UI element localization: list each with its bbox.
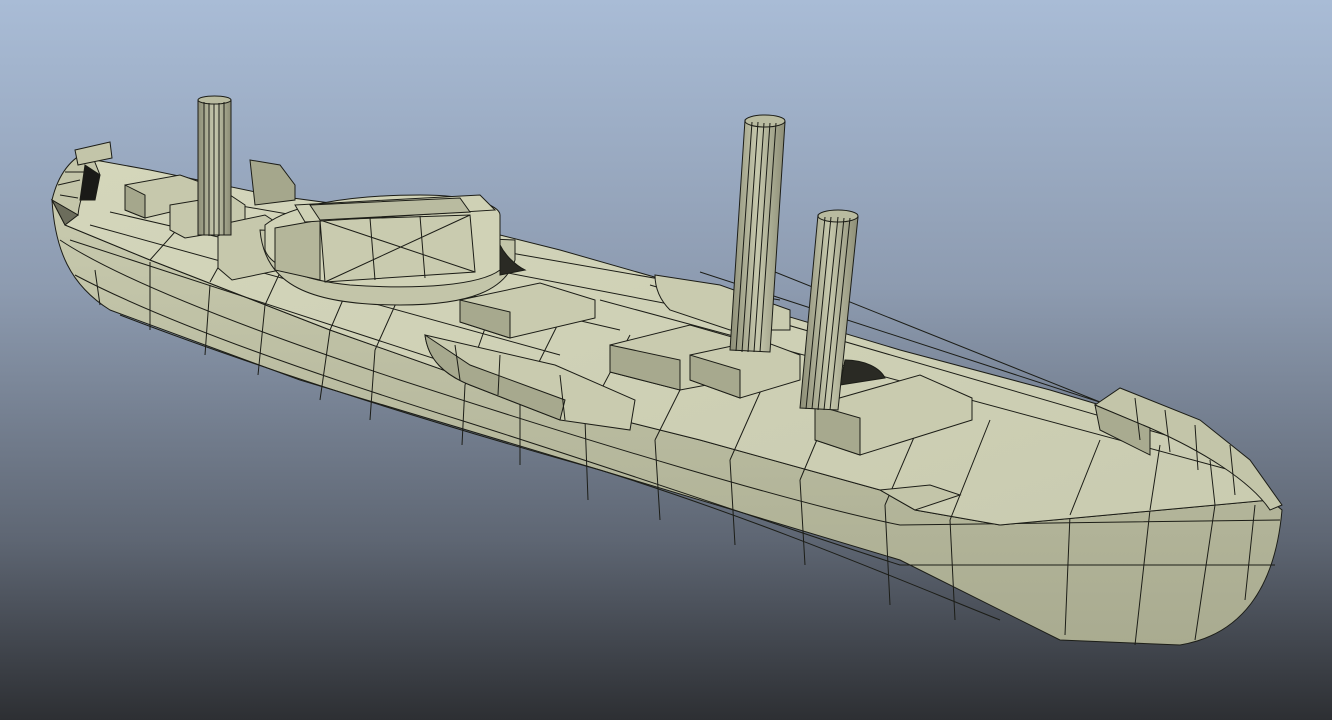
3d-viewport[interactable]	[0, 0, 1332, 720]
bridge-deckhouse	[259, 194, 527, 306]
ship-model[interactable]	[0, 0, 1332, 720]
funnel-aft	[197, 95, 232, 236]
viewport-scene[interactable]	[0, 0, 1332, 720]
